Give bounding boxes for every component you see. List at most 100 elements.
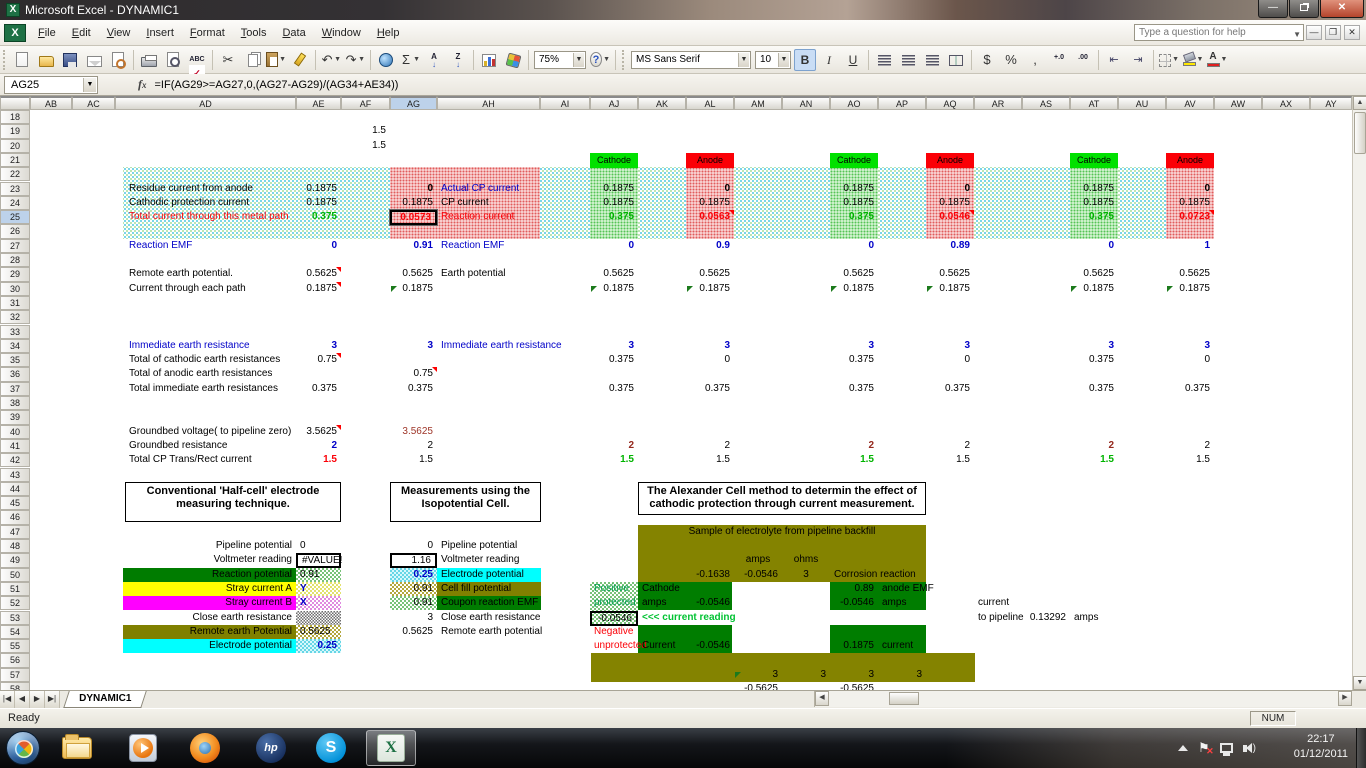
search-button[interactable]	[107, 49, 129, 71]
row-header-37[interactable]: 37	[0, 382, 30, 396]
vertical-scroll-thumb[interactable]	[1354, 112, 1366, 154]
zoom-select[interactable]: 75% ▼	[534, 51, 586, 69]
cell-AO58[interactable]: -0.5625	[830, 682, 878, 690]
row-header-22[interactable]: 22	[0, 167, 30, 181]
cell-AD35[interactable]: Total of cathodic earth resistances	[115, 353, 296, 368]
row-header-35[interactable]: 35	[0, 353, 30, 367]
cell-AO52[interactable]: -0.0546	[830, 596, 878, 611]
cell-AE24[interactable]: 0.1875	[296, 196, 341, 211]
restore-button[interactable]	[1289, 0, 1319, 18]
cell-AV23[interactable]: 0	[1166, 182, 1214, 197]
cell-AG49[interactable]: 1.16	[390, 553, 437, 568]
increase-indent-button[interactable]: ⇥	[1127, 49, 1149, 71]
sort-ascending-button[interactable]: A↓	[423, 49, 445, 71]
row-header-39[interactable]: 39	[0, 410, 30, 424]
cell-AL27[interactable]: 0.9	[686, 239, 734, 254]
cell-AO27[interactable]: 0	[830, 239, 878, 254]
scroll-down-icon[interactable]: ▼	[1353, 676, 1366, 690]
cell-AQ21[interactable]: Anode	[926, 153, 974, 168]
align-center-button[interactable]	[897, 49, 919, 71]
cell-AQ27[interactable]: 0.89	[926, 239, 974, 254]
cell-AG25[interactable]: 0.0573	[390, 210, 437, 225]
name-box-dropdown-icon[interactable]: ▼	[83, 78, 96, 92]
cell-AD41[interactable]: Groundbed resistance	[115, 439, 296, 454]
percent-button[interactable]: %	[1000, 49, 1022, 71]
insert-function-icon[interactable]: fx	[138, 77, 147, 92]
menu-data[interactable]: Data	[274, 23, 313, 43]
align-left-button[interactable]	[873, 49, 895, 71]
tab-next-icon[interactable]: ▶	[30, 691, 45, 708]
cell-AQ37[interactable]: 0.375	[926, 382, 974, 397]
cell-AD54[interactable]: Remote earth Potential	[115, 625, 296, 640]
cell-AH49[interactable]: Voltmeter reading	[437, 553, 540, 568]
cell-AD34[interactable]: Immediate earth resistance	[115, 339, 296, 354]
print-button[interactable]	[138, 49, 160, 71]
format-painter-button[interactable]	[289, 49, 311, 71]
column-header-AS[interactable]: AS	[1022, 96, 1070, 110]
column-header-AL[interactable]: AL	[686, 96, 734, 110]
cell-AM57[interactable]: 3	[734, 668, 782, 683]
cell-AE37[interactable]: 0.375	[296, 382, 341, 397]
row-header-58[interactable]: 58	[0, 682, 30, 690]
cell-AS53[interactable]: 0.13292	[1022, 611, 1070, 626]
cell-AG29[interactable]: 0.5625	[390, 267, 437, 282]
row-header-49[interactable]: 49	[0, 553, 30, 567]
cell-AJ24[interactable]: 0.1875	[590, 196, 638, 211]
cell-AK52[interactable]: amps	[638, 596, 686, 611]
cell-AH34[interactable]: Immediate earth resistance	[437, 339, 540, 354]
cell-AV42[interactable]: 1.5	[1166, 453, 1214, 468]
column-header-AG[interactable]: AG	[390, 96, 437, 110]
column-header-AC[interactable]: AC	[72, 96, 115, 110]
column-header-AE[interactable]: AE	[296, 96, 341, 110]
scroll-left-icon[interactable]: ◀	[815, 691, 829, 706]
cell-AL23[interactable]: 0	[686, 182, 734, 197]
cell-AJ37[interactable]: 0.375	[590, 382, 638, 397]
open-button[interactable]	[35, 49, 57, 71]
cell-AT34[interactable]: 3	[1070, 339, 1118, 354]
cell-AH50[interactable]: Electrode potential	[437, 568, 540, 583]
cell-AV35[interactable]: 0	[1166, 353, 1214, 368]
cell-AO34[interactable]: 3	[830, 339, 878, 354]
cell-AQ23[interactable]: 0	[926, 182, 974, 197]
cell-AM49[interactable]: amps	[734, 553, 782, 568]
column-header-AU[interactable]: AU	[1118, 96, 1166, 110]
cell-AE54[interactable]: 0.5625	[296, 625, 341, 640]
row-header-44[interactable]: 44	[0, 482, 30, 496]
cell-AG54[interactable]: 0.5625	[390, 625, 437, 640]
fill-color-button[interactable]: ▼	[1182, 49, 1204, 71]
column-header-AO[interactable]: AO	[830, 96, 878, 110]
help-button[interactable]: ?▼	[589, 49, 611, 71]
row-header-38[interactable]: 38	[0, 396, 30, 410]
row-header-20[interactable]: 20	[0, 139, 30, 153]
row-header-29[interactable]: 29	[0, 267, 30, 281]
cell-AD37[interactable]: Total immediate earth resistances	[115, 382, 296, 397]
menu-format[interactable]: Format	[182, 23, 233, 43]
font-size-select[interactable]: 10 ▼	[755, 51, 791, 69]
cell-AK55[interactable]: Current	[638, 639, 686, 654]
column-header-AP[interactable]: AP	[878, 96, 926, 110]
toolbar-grip[interactable]	[3, 50, 7, 70]
cell-AH29[interactable]: Earth potential	[437, 267, 540, 282]
cell-AL50[interactable]: -0.1638	[686, 568, 734, 583]
cell-AO57[interactable]: 3	[830, 668, 878, 683]
cell-AG42[interactable]: 1.5	[390, 453, 437, 468]
cell-AE49[interactable]: #VALUE!	[296, 553, 341, 568]
save-button[interactable]	[59, 49, 81, 71]
autosum-button[interactable]: Σ▼	[399, 49, 421, 71]
cell-AE25[interactable]: 0.375	[296, 210, 341, 225]
cell-AE41[interactable]: 2	[296, 439, 341, 454]
cell-AE40[interactable]: 3.5625	[296, 425, 341, 440]
cell-AJ53[interactable]: -0.0546	[590, 611, 638, 626]
workbook-close-button[interactable]: ✕	[1344, 25, 1360, 40]
row-header-25[interactable]: 25	[0, 210, 30, 224]
taskbar-skype-button[interactable]: S	[306, 730, 356, 766]
row-header-50[interactable]: 50	[0, 568, 30, 582]
cell-AV37[interactable]: 0.375	[1166, 382, 1214, 397]
zoom-dropdown-icon[interactable]: ▼	[573, 53, 584, 67]
cell-AR53[interactable]: to pipeline	[974, 611, 1022, 626]
select-all-corner[interactable]	[0, 96, 30, 110]
action-center-icon[interactable]: ⚑✕	[1198, 740, 1210, 756]
cell-AV34[interactable]: 3	[1166, 339, 1214, 354]
row-header-45[interactable]: 45	[0, 496, 30, 510]
drawing-button[interactable]	[502, 49, 524, 71]
